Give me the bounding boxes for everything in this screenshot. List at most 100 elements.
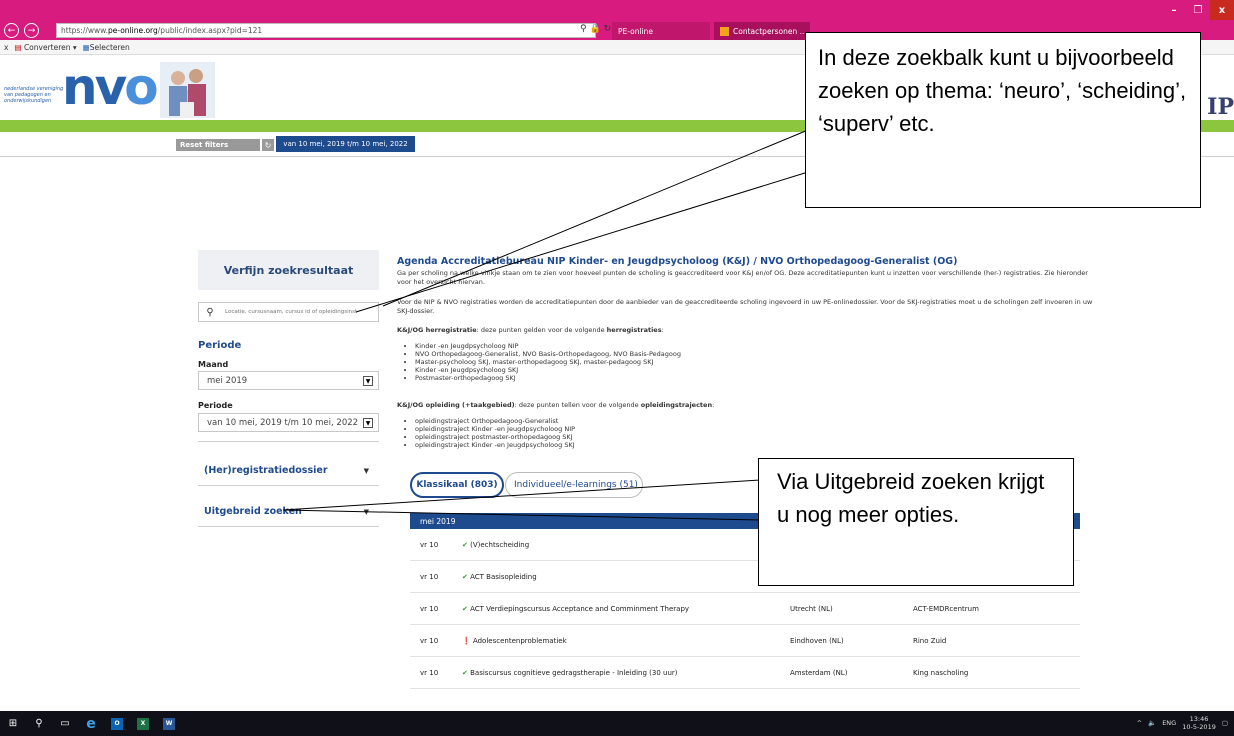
outlook-taskbar-button[interactable]: O (104, 711, 130, 736)
tab-contactpersonen[interactable]: Contactpersonen ... (714, 22, 810, 40)
refine-results-title: Verfijn zoekresultaat (198, 250, 379, 290)
tab-individueel[interactable]: Individueel/e-learnings (51) (505, 472, 643, 498)
row-title[interactable]: ✔ ACT Verdiepingscursus Acceptance and C… (462, 605, 689, 613)
period-select[interactable]: van 10 mei, 2019 t/m 10 mei, 2022 ▼ (198, 413, 379, 432)
accordion-label: (Her)registratiedossier (204, 465, 328, 476)
opl-lead: K&J/OG opleiding (+taakgebied) (397, 401, 515, 409)
row-date: vr 10 (420, 637, 439, 645)
word-icon: W (163, 717, 175, 730)
accordion-label: Uitgebreid zoeken (204, 506, 302, 517)
clock-time: 13:46 (1189, 715, 1209, 723)
word-taskbar-button[interactable]: W (156, 711, 182, 736)
row-date: vr 10 (420, 541, 439, 549)
table-row[interactable]: vr 10 ✔ Basiscursus cognitieve gedragsth… (410, 658, 1080, 689)
reset-filters-button[interactable]: Reset filters (176, 139, 260, 151)
search-icon: ⚲ (206, 306, 214, 318)
list-item: opleidingstraject Kinder -en Jeugdpsycho… (415, 425, 575, 433)
windows-icon: ⊞ (8, 718, 18, 729)
url-prefix: https://www. (61, 26, 108, 35)
extended-search-accordion[interactable]: Uitgebreid zoeken ▼ (198, 497, 379, 527)
convert-button[interactable]: ▤ Converteren ▾ (14, 43, 76, 52)
row-organizer: Rino Zuid (913, 637, 947, 645)
opl-bold: opleidingstrajecten (640, 401, 713, 409)
logo-letter-o: o (124, 58, 158, 116)
page-title: Agenda Accreditatiebureau NIP Kinder- en… (397, 256, 958, 267)
address-bar[interactable]: https://www. pe-online.org/public/index.a… (56, 23, 596, 38)
check-icon: ✔ (462, 605, 468, 613)
row-location: Amsterdam (NL) (790, 669, 848, 677)
month-label: Maand (198, 360, 229, 369)
pdf-icon: ▤ (14, 42, 22, 52)
ie-taskbar-button[interactable]: e (78, 711, 104, 736)
row-title[interactable]: ✔ (V)echtscheiding (462, 541, 529, 549)
row-title[interactable]: ✔ ACT Basisopleiding (462, 573, 537, 581)
refresh-filters-button[interactable]: ↻ (262, 139, 274, 151)
herregistratie-heading: K&J/OG herregistratie: deze punten gelde… (397, 326, 664, 334)
row-location: Utrecht (NL) (790, 605, 833, 613)
opl-rest: : deze punten tellen voor de volgende (514, 401, 641, 409)
select-button[interactable]: ▦Selecteren (83, 43, 130, 52)
select-label: Selecteren (89, 42, 130, 52)
list-item: Kinder -en Jeugdpsycholoog SKJ (415, 366, 681, 374)
window-controls: – ❐ x (1162, 0, 1234, 20)
back-button[interactable]: ← (4, 23, 19, 38)
herreg-lead: K&J/OG herregistratie (397, 326, 477, 334)
tab-klassikaal[interactable]: Klassikaal (803) (410, 472, 504, 498)
caret-down-icon: ▼ (363, 507, 369, 516)
active-date-filter[interactable]: van 10 mei, 2019 t/m 10 mei, 2022 (276, 136, 415, 152)
close-toolbar-icon[interactable]: x (4, 43, 8, 52)
volume-icon[interactable]: 🔈 (1148, 719, 1156, 727)
minimize-button[interactable]: – (1162, 0, 1186, 20)
address-icons[interactable]: ⚲ 🔒 ↻ (580, 24, 611, 34)
excel-taskbar-button[interactable]: X (130, 711, 156, 736)
tab-pe-online[interactable]: PE-online (612, 22, 710, 40)
tab-favicon (720, 26, 729, 36)
row-title[interactable]: ❗ Adolescentenproblematiek (462, 637, 567, 645)
forward-arrow-icon: → (27, 25, 36, 36)
logo-letter-v: v (94, 58, 128, 116)
table-row[interactable]: vr 10 ✔ ACT Verdiepingscursus Acceptance… (410, 594, 1080, 625)
task-view-button[interactable]: ▭ (52, 711, 78, 736)
registration-dossier-accordion[interactable]: (Her)registratiedossier ▼ (198, 456, 379, 486)
logo-letter-n: n (62, 58, 98, 116)
row-title-text: (V)echtscheiding (470, 541, 530, 549)
search-taskbar-button[interactable]: ⚲ (26, 711, 52, 736)
opleiding-heading: K&J/OG opleiding (+taakgebied): deze pun… (397, 401, 715, 409)
row-title-text: ACT Basisopleiding (470, 573, 537, 581)
chevron-up-icon[interactable]: ^ (1137, 719, 1142, 727)
chevron-down-icon: ▼ (363, 418, 373, 428)
lock-icon: 🔒 (589, 24, 601, 34)
forward-button[interactable]: → (24, 23, 39, 38)
table-row[interactable]: vr 10 ❗ Adolescentenproblematiek Eindhov… (410, 626, 1080, 657)
nvo-logo[interactable]: nvo (62, 58, 159, 116)
search-input[interactable] (221, 303, 378, 321)
herreg-rest: : deze punten gelden voor de volgende (476, 326, 607, 334)
row-date: vr 10 (420, 573, 439, 581)
check-icon: ✔ (462, 669, 468, 677)
language-indicator[interactable]: ENG (1162, 719, 1176, 727)
search-box[interactable]: ⚲ (198, 302, 379, 322)
row-title[interactable]: ✔ Basiscursus cognitieve gedragstherapie… (462, 669, 678, 677)
url-domain: pe-online.org (107, 26, 158, 35)
search-icon: ⚲ (35, 718, 43, 729)
row-organizer: King nascholing (913, 669, 969, 677)
list-item: Postmaster-orthopedagoog SKJ (415, 374, 681, 382)
refresh-icon[interactable]: ↻ (604, 24, 612, 34)
select-icon: ▦ (82, 42, 90, 52)
row-title-text: Basiscursus cognitieve gedragstherapie -… (470, 669, 678, 677)
intro-paragraph: Ga per scholing na welke vinkje staan om… (397, 269, 1088, 286)
close-button[interactable]: x (1210, 0, 1234, 20)
clock[interactable]: 13:46 10-5-2019 (1182, 715, 1216, 731)
start-button[interactable]: ⊞ (0, 711, 26, 736)
list-item: Master-psycholoog SKJ, master-orthopedag… (415, 358, 681, 366)
list-item: NVO Orthopedagoog-Generalist, NVO Basis-… (415, 350, 681, 358)
month-select[interactable]: mei 2019 ▼ (198, 371, 379, 390)
windows-taskbar: ⊞ ⚲ ▭ e O X W (0, 711, 1234, 736)
internet-explorer-icon: e (86, 715, 96, 732)
maximize-button[interactable]: ❐ (1186, 0, 1210, 20)
search-icon[interactable]: ⚲ (580, 24, 587, 34)
extended-search-tip-callout: Via Uitgebreid zoeken krijgt u nog meer … (758, 458, 1074, 586)
herreg-bold: herregistraties (606, 326, 662, 334)
chevron-down-icon: ▼ (363, 376, 373, 386)
notifications-icon[interactable]: ▢ (1222, 719, 1228, 727)
